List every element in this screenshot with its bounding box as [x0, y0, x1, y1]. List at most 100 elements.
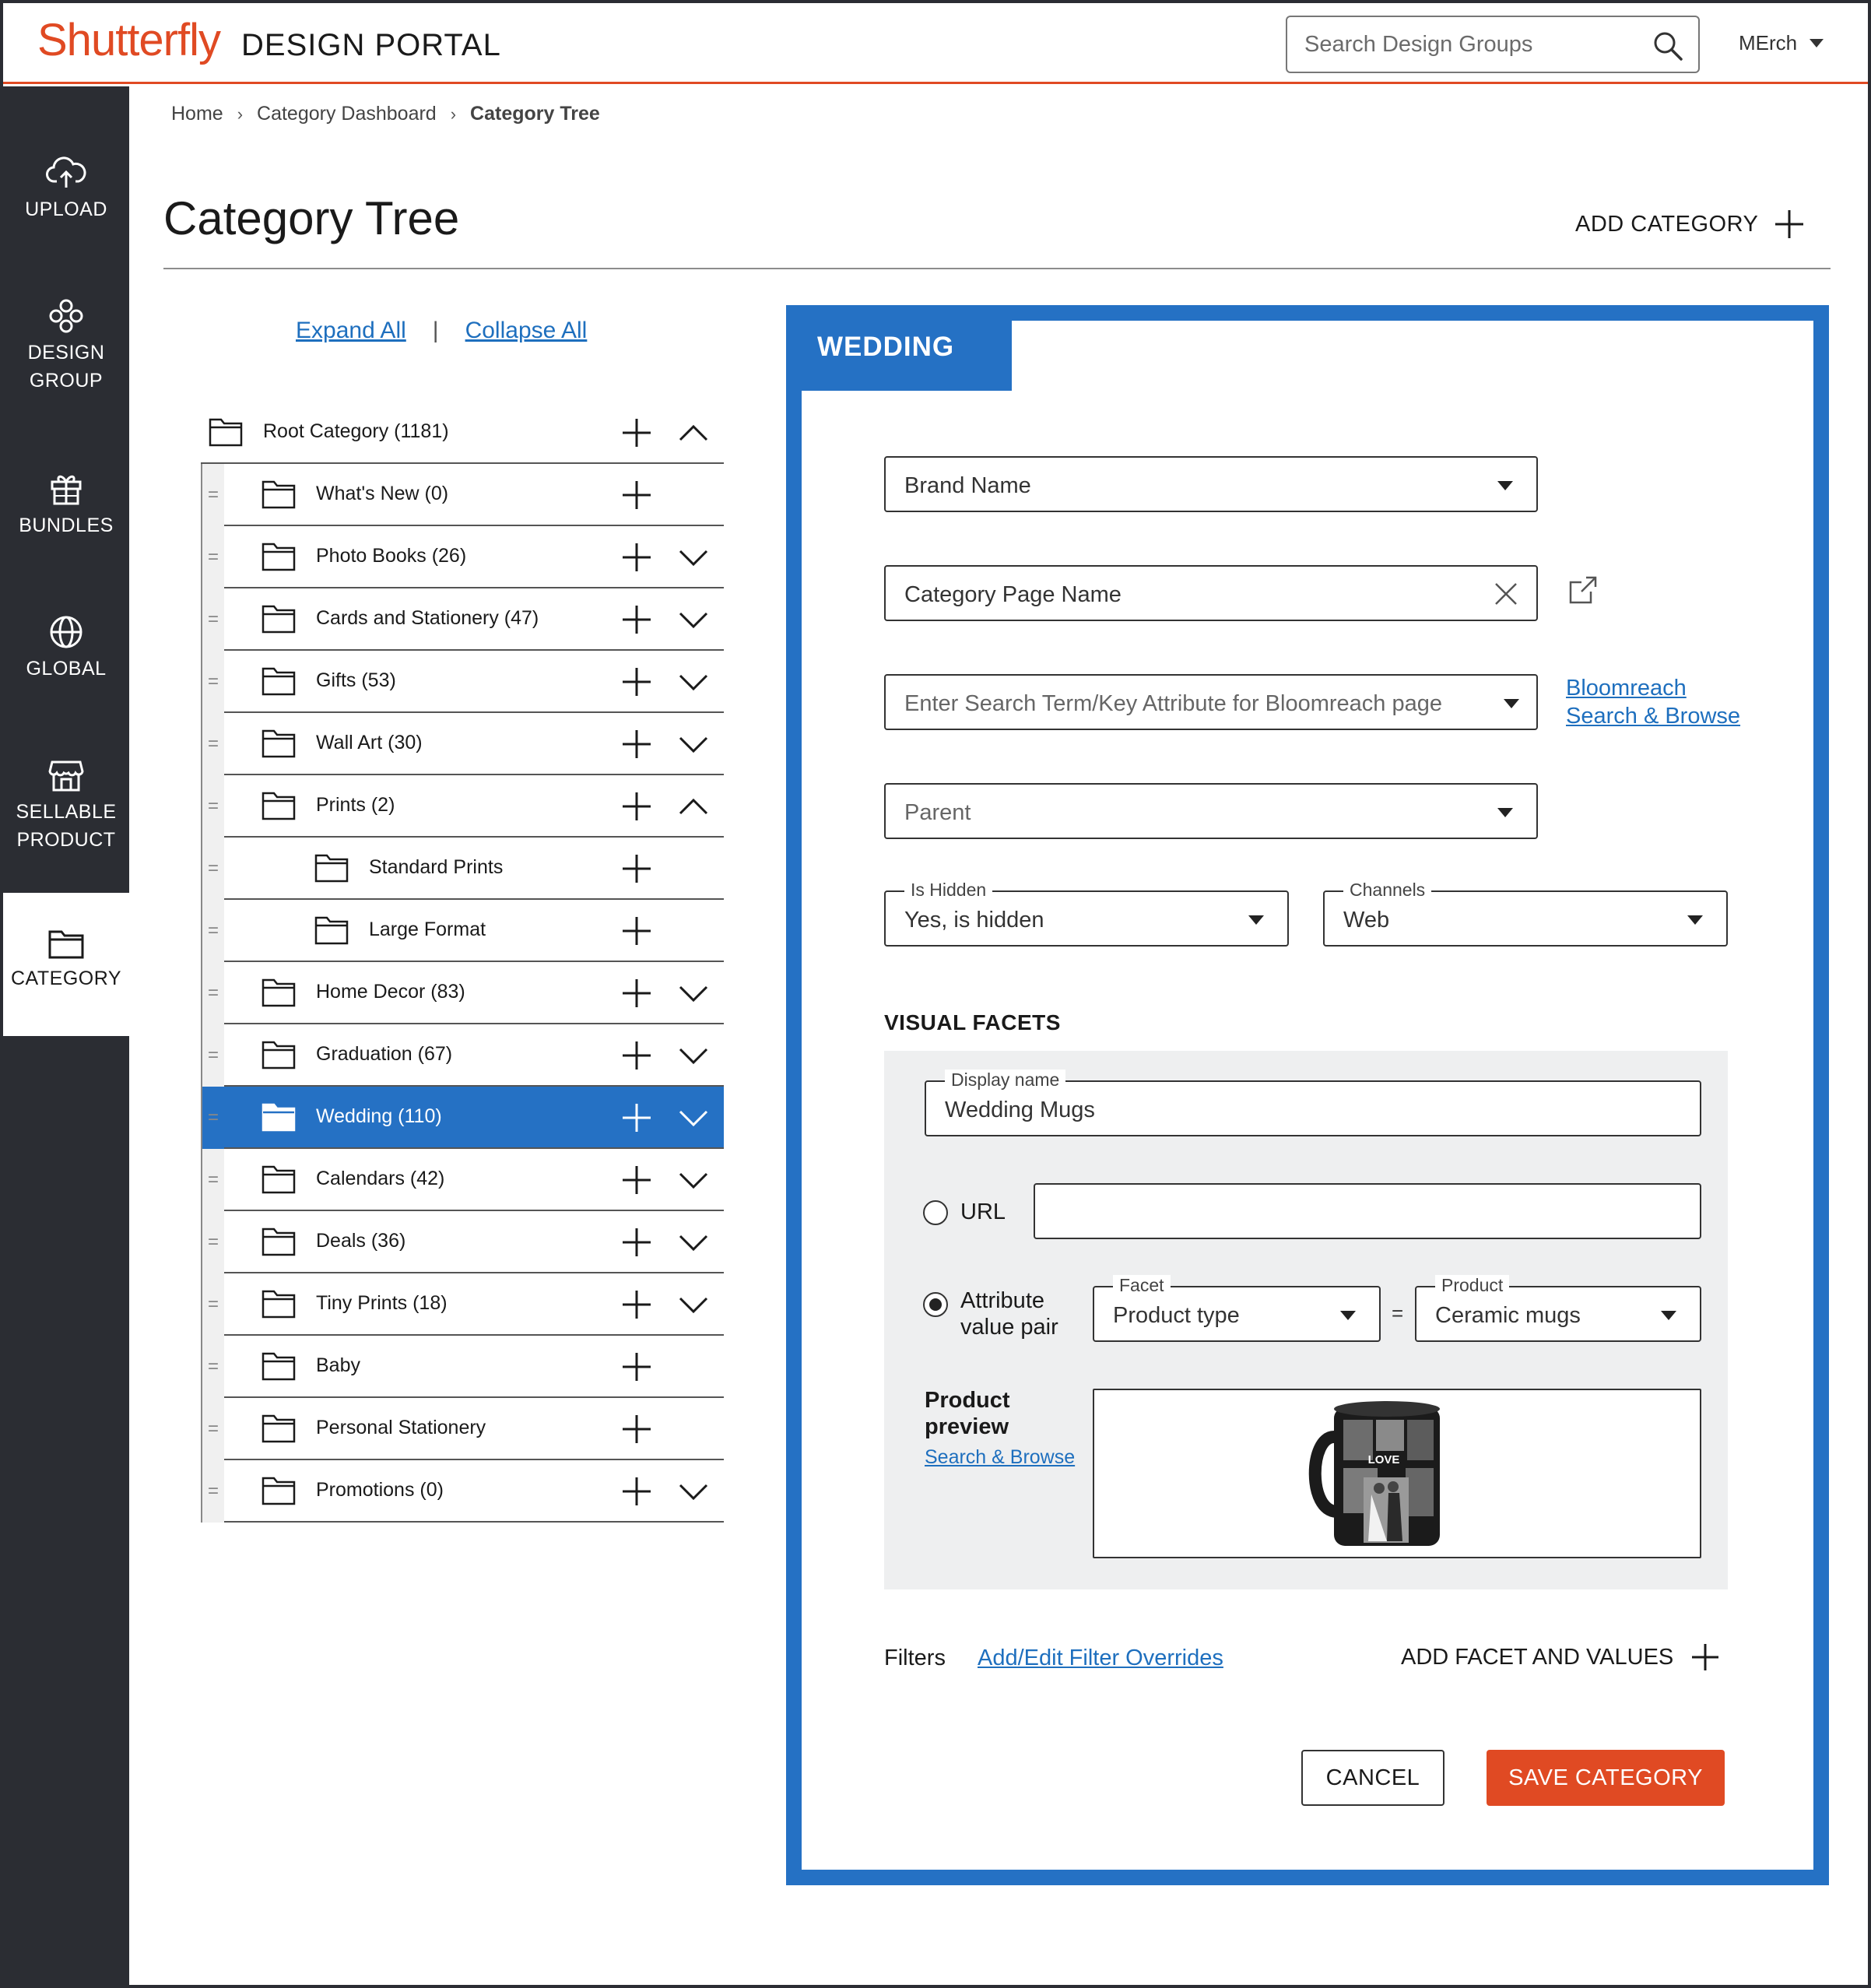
add-child-icon[interactable] — [621, 417, 652, 448]
search-input[interactable] — [1304, 26, 1647, 62]
add-child-icon[interactable] — [621, 1289, 652, 1320]
add-child-icon[interactable] — [621, 1040, 652, 1071]
tree-row[interactable]: = Wedding (110) — [201, 1087, 724, 1149]
drag-handle-icon[interactable]: = — [201, 588, 224, 651]
url-input[interactable] — [1034, 1183, 1701, 1239]
drag-handle-icon[interactable]: = — [201, 775, 224, 838]
category-page-name-field[interactable]: Category Page Name — [884, 565, 1538, 621]
search-term-select[interactable]: Enter Search Term/Key Attribute for Bloo… — [884, 674, 1538, 730]
search-design-groups[interactable] — [1286, 16, 1700, 73]
drag-handle-icon[interactable]: = — [201, 1211, 224, 1273]
collapse-all-link[interactable]: Collapse All — [465, 318, 588, 344]
add-child-icon[interactable] — [621, 978, 652, 1009]
drag-handle-icon[interactable]: = — [201, 526, 224, 588]
add-category-button[interactable]: ADD CATEGORY — [1575, 209, 1805, 240]
tree-root-row[interactable]: Root Category (1181) — [201, 402, 724, 464]
add-child-icon[interactable] — [621, 1227, 652, 1258]
chevron-down-icon[interactable] — [679, 1295, 708, 1314]
chevron-down-icon[interactable] — [679, 735, 708, 753]
sidebar-item-category[interactable]: CATEGORY — [3, 893, 129, 1036]
tree-row[interactable]: = Tiny Prints (18) — [201, 1273, 724, 1336]
add-child-icon[interactable] — [621, 1164, 652, 1196]
sidebar-item-global[interactable]: GLOBAL — [3, 614, 129, 683]
drag-handle-icon[interactable]: = — [201, 651, 224, 713]
bloomreach-link[interactable]: Bloomreach Search & Browse — [1566, 674, 1740, 730]
chevron-down-icon[interactable] — [679, 1171, 708, 1189]
sidebar-item-upload[interactable]: UPLOAD — [3, 156, 129, 223]
chevron-down-icon[interactable] — [679, 548, 708, 567]
tree-row[interactable]: = Large Format — [201, 900, 724, 962]
save-category-button[interactable]: SAVE CATEGORY — [1487, 1750, 1725, 1806]
add-child-icon[interactable] — [621, 853, 652, 884]
chevron-down-icon[interactable] — [679, 610, 708, 629]
sidebar-item-bundles[interactable]: BUNDLES — [3, 471, 129, 539]
tree-row[interactable]: = Deals (36) — [201, 1211, 724, 1273]
is-hidden-select[interactable]: Is Hidden Yes, is hidden — [884, 880, 1289, 947]
sidebar-item-sellable-product[interactable]: SELLABLE PRODUCT — [3, 757, 129, 854]
drag-handle-icon[interactable]: = — [201, 1398, 224, 1460]
tree-row[interactable]: = Cards and Stationery (47) — [201, 588, 724, 651]
drag-handle-icon[interactable]: = — [201, 838, 224, 900]
chevron-down-icon[interactable] — [679, 984, 708, 1003]
drag-handle-icon[interactable]: = — [201, 1273, 224, 1336]
channels-select[interactable]: Channels Web — [1323, 880, 1728, 947]
url-radio[interactable] — [923, 1200, 948, 1225]
drag-handle-icon[interactable]: = — [201, 713, 224, 775]
add-child-icon[interactable] — [621, 1414, 652, 1445]
drag-handle-icon[interactable]: = — [201, 1087, 224, 1149]
user-menu[interactable]: MErch — [1739, 31, 1824, 55]
add-child-icon[interactable] — [621, 666, 652, 697]
drag-handle-icon[interactable]: = — [201, 464, 224, 526]
chevron-down-icon[interactable] — [679, 1046, 708, 1065]
tree-row[interactable]: = Prints (2) — [201, 775, 724, 838]
add-facet-and-values-button[interactable]: ADD FACET AND VALUES — [1401, 1642, 1720, 1672]
attribute-value-pair-radio[interactable] — [923, 1292, 948, 1317]
add-edit-filter-overrides-link[interactable]: Add/Edit Filter Overrides — [978, 1646, 1223, 1671]
tree-row[interactable]: = Standard Prints — [201, 838, 724, 900]
add-child-icon[interactable] — [621, 604, 652, 635]
tree-row[interactable]: = Gifts (53) — [201, 651, 724, 713]
tree-row[interactable]: = Baby — [201, 1336, 724, 1398]
chevron-up-icon[interactable] — [679, 423, 708, 442]
add-child-icon[interactable] — [621, 1351, 652, 1382]
add-child-icon[interactable] — [621, 542, 652, 573]
breadcrumb-category-dashboard[interactable]: Category Dashboard — [257, 103, 437, 125]
drag-handle-icon[interactable]: = — [201, 1149, 224, 1211]
tree-row[interactable]: = Photo Books (26) — [201, 526, 724, 588]
add-child-icon[interactable] — [621, 479, 652, 511]
drag-handle-icon[interactable]: = — [201, 1336, 224, 1398]
cancel-button[interactable]: CANCEL — [1301, 1750, 1444, 1806]
sidebar-item-design-group[interactable]: DESIGN GROUP — [3, 298, 129, 395]
add-child-icon[interactable] — [621, 1476, 652, 1507]
add-child-icon[interactable] — [621, 915, 652, 947]
drag-handle-icon[interactable]: = — [201, 1024, 224, 1087]
breadcrumb-home[interactable]: Home — [171, 103, 223, 125]
tree-row[interactable]: = Personal Stationery — [201, 1398, 724, 1460]
tree-row[interactable]: = Home Decor (83) — [201, 962, 724, 1024]
shutterfly-logo[interactable]: Shutterfly — [37, 14, 221, 66]
preview-search-browse-link[interactable]: Search & Browse — [925, 1446, 1075, 1469]
add-child-icon[interactable] — [621, 729, 652, 760]
brand-name-select[interactable]: Brand Name — [884, 456, 1538, 512]
display-name-field[interactable]: Display name Wedding Mugs — [925, 1070, 1701, 1136]
add-child-icon[interactable] — [621, 791, 652, 822]
drag-handle-icon[interactable]: = — [201, 962, 224, 1024]
chevron-up-icon[interactable] — [679, 797, 708, 816]
search-icon[interactable] — [1652, 30, 1684, 62]
tree-row[interactable]: = Calendars (42) — [201, 1149, 724, 1211]
chevron-down-icon[interactable] — [679, 1108, 708, 1127]
drag-handle-icon[interactable]: = — [201, 1460, 224, 1523]
add-child-icon[interactable] — [621, 1102, 652, 1133]
chevron-down-icon[interactable] — [679, 1482, 708, 1501]
product-select[interactable]: Product Ceramic mugs — [1415, 1275, 1701, 1342]
parent-select[interactable]: Parent — [884, 783, 1538, 839]
facet-select[interactable]: Facet Product type — [1093, 1275, 1381, 1342]
expand-all-link[interactable]: Expand All — [296, 318, 406, 344]
chevron-down-icon[interactable] — [679, 673, 708, 691]
clear-icon[interactable] — [1493, 581, 1519, 607]
tree-row[interactable]: = Graduation (67) — [201, 1024, 724, 1087]
tree-row[interactable]: = What's New (0) — [201, 464, 724, 526]
external-link-icon[interactable] — [1567, 574, 1599, 606]
chevron-down-icon[interactable] — [679, 1233, 708, 1252]
tree-row[interactable]: = Promotions (0) — [201, 1460, 724, 1523]
